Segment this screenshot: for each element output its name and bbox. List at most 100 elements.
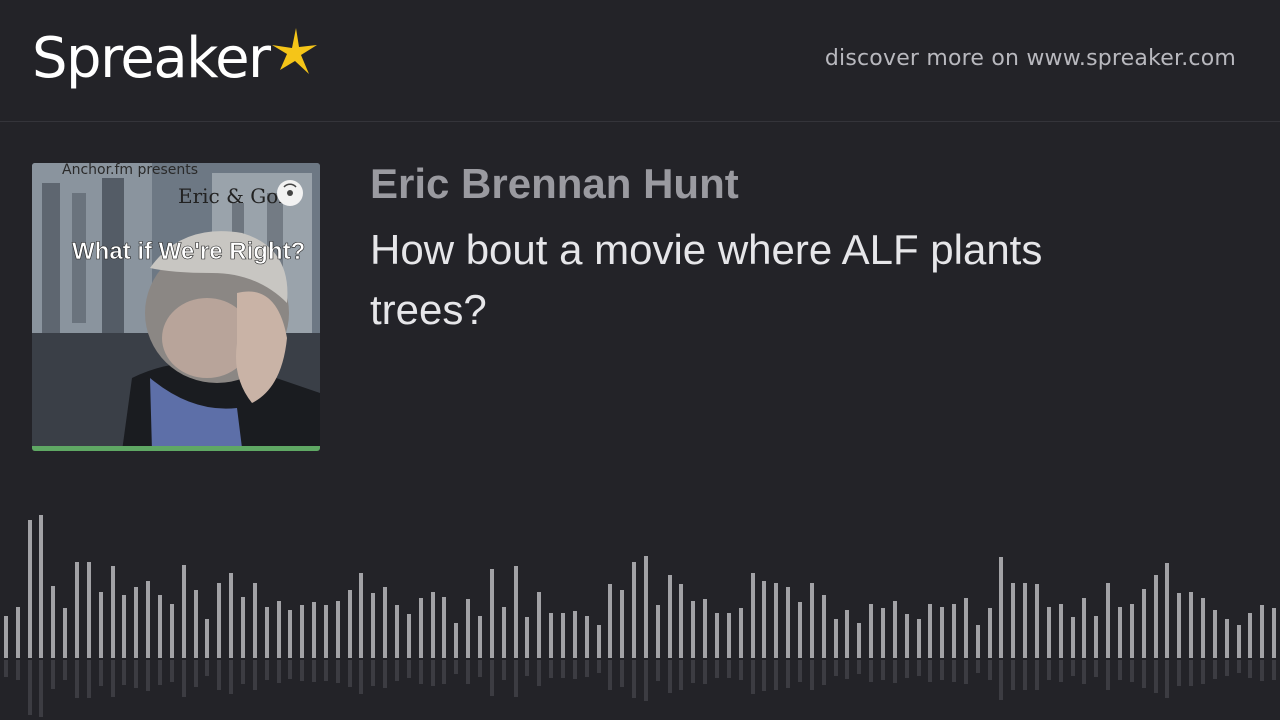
waveform-bar <box>514 566 518 658</box>
waveform-bar <box>466 599 470 658</box>
waveform-bar <box>644 556 648 658</box>
waveform-bar <box>1165 563 1169 658</box>
waveform-bar <box>845 610 849 658</box>
waveform-bar <box>525 617 529 658</box>
waveform-bar-reflection <box>786 660 790 688</box>
waveform-bar-reflection <box>1272 660 1276 680</box>
waveform-bar <box>277 601 281 658</box>
waveform-bar-reflection <box>679 660 683 690</box>
waveform-bar <box>585 616 589 658</box>
waveform-bar <box>751 573 755 658</box>
waveform-bar <box>300 605 304 658</box>
waveform-bar-reflection <box>1142 660 1146 688</box>
waveform-bar <box>1225 619 1229 658</box>
waveform-bar-reflection <box>608 660 612 690</box>
waveform-bar <box>265 607 269 658</box>
waveform-bar <box>99 592 103 658</box>
author-name[interactable]: Eric Brennan Hunt <box>370 160 739 208</box>
waveform-bar <box>1213 610 1217 658</box>
waveform-bar <box>893 601 897 658</box>
waveform-bar <box>976 625 980 658</box>
waveform-bar-reflection <box>395 660 399 681</box>
waveform-bar-reflection <box>857 660 861 674</box>
waveform-bar <box>1189 592 1193 658</box>
waveform-bar-reflection <box>952 660 956 682</box>
waveform-bar <box>229 573 233 658</box>
waveform-bar <box>288 610 292 658</box>
waveform-bar-reflection <box>146 660 150 691</box>
waveform-bar-reflection <box>537 660 541 686</box>
waveform-bar-reflection <box>845 660 849 679</box>
waveform-bar <box>75 562 79 658</box>
waveform-bar-reflection <box>869 660 873 682</box>
waveform-bar-reflection <box>39 660 43 717</box>
spreaker-logo[interactable]: Spreaker <box>32 26 318 96</box>
waveform-bar-reflection <box>549 660 553 678</box>
waveform-bar <box>1154 575 1158 658</box>
waveform-bar <box>419 598 423 658</box>
logo-text: Spreaker <box>32 26 271 91</box>
waveform-bar <box>869 604 873 658</box>
waveform-bar <box>1260 605 1264 658</box>
waveform-bar-reflection <box>727 660 731 678</box>
waveform-bar-reflection <box>1130 660 1134 682</box>
waveform-bar <box>774 583 778 658</box>
waveform-bar <box>1142 589 1146 658</box>
waveform-bar-reflection <box>324 660 328 681</box>
waveform-bar <box>786 587 790 658</box>
waveform-bar-reflection <box>63 660 67 680</box>
waveform-bar <box>312 602 316 658</box>
waveform-bar-reflection <box>893 660 897 683</box>
waveform-bar-reflection <box>905 660 909 678</box>
waveform-bar-reflection <box>359 660 363 694</box>
waveform-bar-reflection <box>597 660 601 673</box>
waveform-bar-reflection <box>917 660 921 676</box>
waveform-bar <box>1272 608 1276 658</box>
waveform-bar-reflection <box>217 660 221 690</box>
waveform-bar <box>905 614 909 658</box>
waveform-bar-reflection <box>134 660 138 688</box>
waveform-bar-reflection <box>371 660 375 686</box>
waveform-bar <box>454 623 458 658</box>
waveform-bar <box>63 608 67 658</box>
waveform-bar-reflection <box>28 660 32 715</box>
waveform-bar-reflection <box>691 660 695 683</box>
waveform-bar <box>727 613 731 658</box>
waveform-bar <box>620 590 624 658</box>
waveform-bar-reflection <box>16 660 20 680</box>
waveform-bar <box>857 623 861 658</box>
waveform-bar-reflection <box>194 660 198 687</box>
waveform-bar-reflection <box>419 660 423 684</box>
waveform-bar <box>1011 583 1015 658</box>
waveform-bar-reflection <box>1154 660 1158 693</box>
waveform-bar <box>170 604 174 658</box>
cover-text-title: What if We're Right? <box>72 238 305 265</box>
waveform-bar <box>395 605 399 658</box>
waveform-bar <box>1118 607 1122 658</box>
waveform-bar <box>679 584 683 658</box>
waveform-bar-reflection <box>288 660 292 679</box>
waveform-bar <box>490 569 494 658</box>
waveform-bar-reflection <box>1248 660 1252 678</box>
discover-link[interactable]: discover more on www.spreaker.com <box>825 46 1236 71</box>
waveform-bar <box>4 616 8 658</box>
waveform-bar <box>431 592 435 658</box>
waveform-bar <box>1082 598 1086 658</box>
waveform-bar-reflection <box>1237 660 1241 673</box>
audio-waveform[interactable] <box>0 500 1280 720</box>
waveform-bar-reflection <box>1165 660 1169 698</box>
waveform-bar <box>1248 613 1252 658</box>
waveform-bar-reflection <box>478 660 482 677</box>
waveform-bar-reflection <box>182 660 186 697</box>
waveform-bar <box>549 613 553 658</box>
waveform-bar-reflection <box>312 660 316 682</box>
waveform-bar-reflection <box>111 660 115 697</box>
waveform-bar <box>703 599 707 658</box>
waveform-bar-reflection <box>1071 660 1075 676</box>
waveform-bar <box>1201 598 1205 658</box>
waveform-bar <box>336 601 340 658</box>
waveform-bar-reflection <box>241 660 245 684</box>
waveform-bar-reflection <box>561 660 565 678</box>
waveform-bar-reflection <box>798 660 802 682</box>
waveform-bar <box>348 590 352 658</box>
